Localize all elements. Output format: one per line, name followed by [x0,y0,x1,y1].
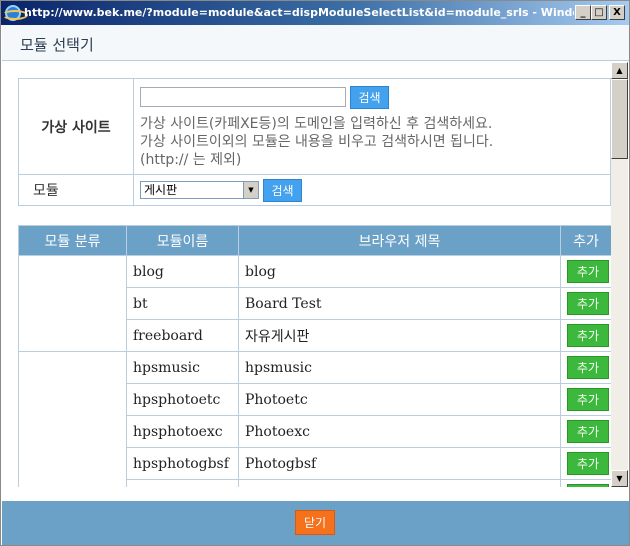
close-window-button[interactable]: X [609,5,625,20]
header-browser-title: 브라우저 제목 [238,225,561,256]
add-button[interactable]: 추가 [567,292,610,315]
scroll-up-icon[interactable]: ▲ [611,62,628,79]
header-add: 추가 [560,225,611,256]
module-label: 모듈 [18,174,134,206]
content-area: 가상 사이트 검색 가상 사이트(카페XE등)의 도메인을 입력하신 후 검색하… [2,62,611,487]
minimize-button[interactable]: _ [575,5,591,20]
title-bar: http://www.bek.me/?module=module&act=dis… [1,1,629,25]
module-name: hpsphotogbsf [126,447,239,480]
chevron-down-icon: ▼ [243,182,258,198]
page-header: 모듈 선택기 [2,25,629,61]
module-select[interactable]: 게시판 ▼ [140,181,259,199]
browser-title: Photogbsf [238,447,561,480]
scroll-down-icon[interactable]: ▼ [611,470,628,487]
virtual-site-label: 가상 사이트 [18,78,134,175]
virtual-site-search-button[interactable]: 검색 [350,85,389,109]
browser-window: http://www.bek.me/?module=module&act=dis… [0,0,630,546]
page-title: 모듈 선택기 [20,36,94,54]
browser-title: blog [238,255,561,288]
category-cell [18,255,127,352]
module-name [126,479,239,487]
module-table: 모듈 분류 모듈이름 브라우저 제목 추가 blog blog 추가 bt Bo… [18,225,611,487]
table-row: blog blog 추가 [18,255,611,352]
header-module-name: 모듈이름 [126,225,239,256]
module-name: bt [126,287,239,320]
add-button[interactable]: 추가 [567,356,610,379]
module-select-value: 게시판 [144,183,178,197]
internet-explorer-icon [2,5,28,21]
footer-bar: 닫기 [2,501,629,545]
add-button[interactable]: 추가 [567,260,610,283]
help-line-1: 가상 사이트(카페XE등)의 도메인을 입력하신 후 검색하세요. [140,115,493,132]
module-name: blog [126,255,239,288]
module-name: hpsmusic [126,351,239,384]
help-line-2: 가상 사이트이외의 모듈은 내용을 비우고 검색하시면 됩니다. [140,133,494,150]
virtual-site-input[interactable] [140,87,346,107]
browser-title: hpsmusic [238,351,561,384]
help-line-3: (http:// 는 제외) [140,151,242,168]
vertical-scrollbar[interactable]: ▲ ▼ [611,62,628,487]
browser-title [238,479,561,487]
table-row: hpsmusic hpsmusic 추가 [18,351,611,487]
add-button[interactable]: 추가 [567,452,610,475]
module-search-button[interactable]: 검색 [263,178,302,202]
add-button[interactable]: 추가 [567,388,610,411]
search-form: 가상 사이트 검색 가상 사이트(카페XE등)의 도메인을 입력하신 후 검색하… [18,78,611,206]
scroll-thumb[interactable] [611,79,628,159]
browser-title: Photoexc [238,415,561,448]
browser-title: Board Test [238,287,561,320]
close-button[interactable]: 닫기 [295,510,336,535]
header-category: 모듈 분류 [18,225,127,256]
module-name: hpsphotoexc [126,415,239,448]
browser-title: 자유게시판 [238,319,561,352]
help-text: 가상 사이트(카페XE등)의 도메인을 입력하신 후 검색하세요. 가상 사이트… [140,115,604,169]
browser-title: Photoetc [238,383,561,416]
add-button[interactable]: 추가 [567,324,610,347]
add-button[interactable]: 추가 [567,420,610,443]
category-cell [18,351,127,487]
maximize-button[interactable]: □ [591,5,607,20]
module-name: freeboard [126,319,239,352]
window-title: http://www.bek.me/?module=module&act=dis… [24,6,574,19]
module-name: hpsphotoetc [126,383,239,416]
